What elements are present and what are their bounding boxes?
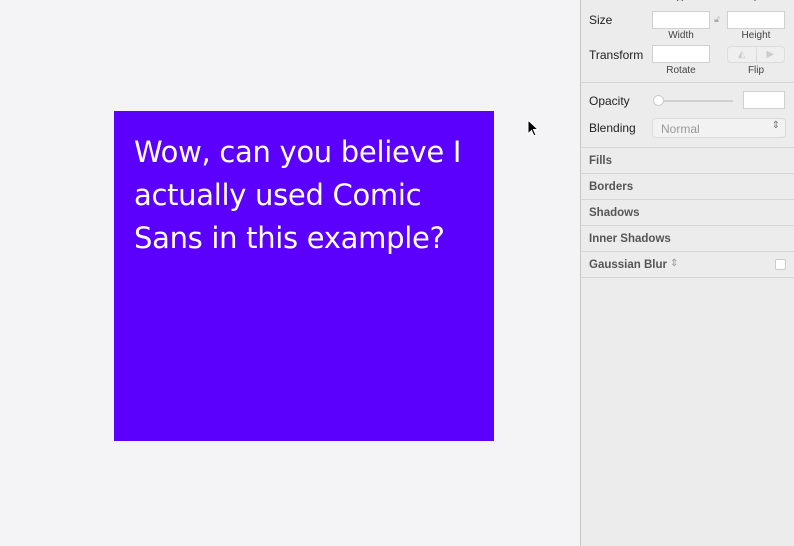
width-input[interactable] xyxy=(652,11,710,29)
section-fills[interactable]: Fills xyxy=(589,155,612,167)
section-borders[interactable]: Borders xyxy=(589,181,633,193)
rotate-input[interactable] xyxy=(652,45,710,63)
rotate-label: Rotate xyxy=(666,65,696,76)
artboard-text[interactable]: Wow, can you believe I actually used Com… xyxy=(134,131,474,260)
height-label: Height xyxy=(741,30,771,41)
flip-label: Flip xyxy=(747,65,765,76)
blending-value: Normal xyxy=(661,122,700,136)
flip-vertical-button[interactable]: ▶ xyxy=(757,47,785,62)
height-input[interactable] xyxy=(727,11,785,29)
transform-label: Transform xyxy=(589,48,644,62)
section-gaussian-blur[interactable]: Gaussian Blur xyxy=(589,259,667,271)
flip-horizontal-button[interactable]: ◭ xyxy=(728,47,757,62)
opacity-slider[interactable] xyxy=(657,100,733,102)
blur-type-chevron-icon[interactable]: ⇕ xyxy=(670,258,678,269)
lock-icon[interactable]: 🔓︎ xyxy=(714,14,720,25)
gaussian-blur-checkbox[interactable] xyxy=(775,259,786,270)
opacity-slider-handle[interactable] xyxy=(653,95,664,106)
mouse-cursor-icon xyxy=(527,119,539,137)
opacity-input[interactable] xyxy=(743,91,785,109)
size-label: Size xyxy=(589,13,613,27)
artboard-rectangle[interactable]: Wow, can you believe I actually used Com… xyxy=(114,111,494,441)
chevron-updown-icon: ⇕ xyxy=(771,120,780,131)
blending-label: Blending xyxy=(589,121,636,135)
canvas[interactable]: Wow, can you believe I actually used Com… xyxy=(0,0,580,546)
width-label: Width xyxy=(668,30,694,41)
y-label: Y xyxy=(726,0,784,4)
section-shadows[interactable]: Shadows xyxy=(589,207,639,219)
section-inner-shadows[interactable]: Inner Shadows xyxy=(589,233,671,245)
x-label: X xyxy=(651,0,709,4)
blending-select[interactable]: Normal ⇕ xyxy=(652,118,786,138)
opacity-label: Opacity xyxy=(589,94,630,108)
inspector-panel: X Y Size 🔓︎ Width Height Transform ◭ ▶ R… xyxy=(580,0,794,546)
